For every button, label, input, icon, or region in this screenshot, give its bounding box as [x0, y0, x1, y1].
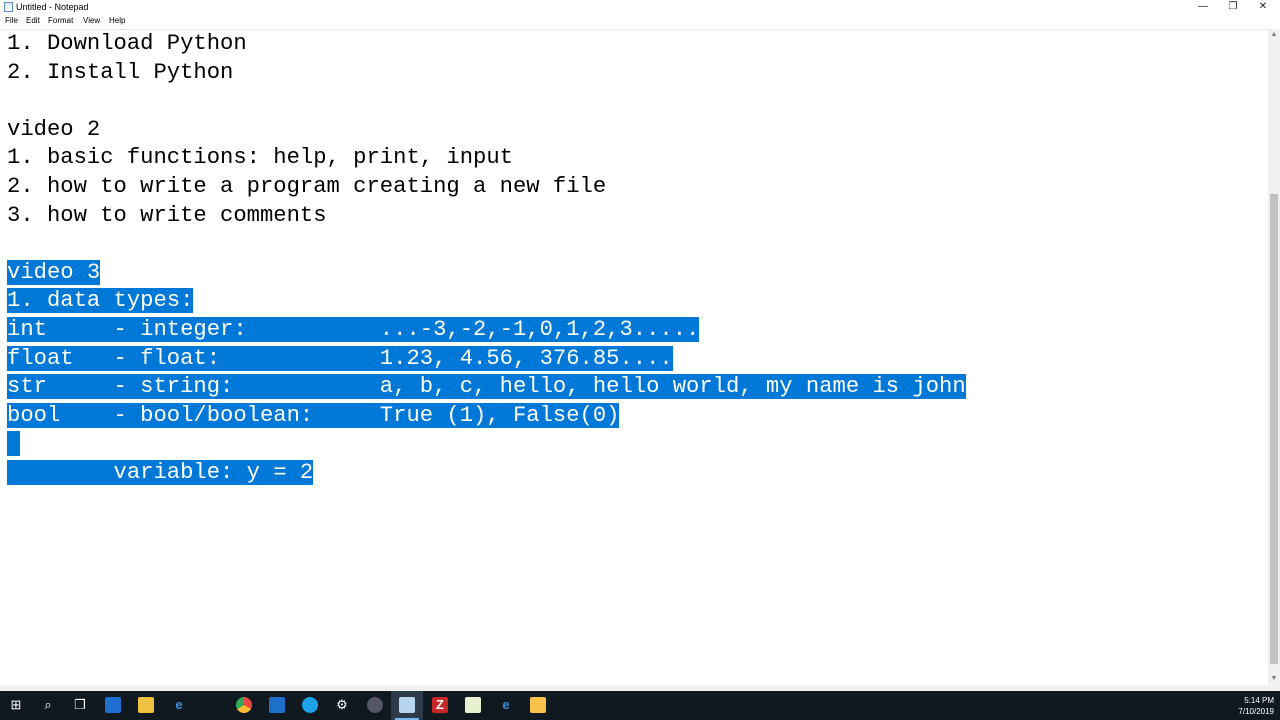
editor-line-text: 2. how to write a program creating a new… [7, 174, 607, 199]
editor-line[interactable]: 2. how to write a program creating a new… [7, 173, 606, 201]
search-icon[interactable]: ⌕ [40, 697, 56, 713]
title-bar: Untitled - Notepad — ❐ ✕ [0, 0, 1280, 14]
notepad-icon [4, 2, 13, 12]
editor-line[interactable]: video 3 [7, 259, 101, 287]
task-view-icon[interactable]: ❐ [72, 697, 88, 713]
clock-date: 7/10/2019 [1238, 707, 1274, 716]
editor-line[interactable]: 1. basic functions: help, print, input [7, 144, 513, 172]
settings-icon[interactable]: ⚙ [334, 697, 350, 713]
scrollbar-thumb[interactable] [1270, 194, 1278, 664]
close-button[interactable]: ✕ [1248, 0, 1278, 14]
editor-line[interactable]: float - float: 1.23, 4.56, 376.85.... [7, 345, 673, 373]
edge-icon[interactable]: e [171, 697, 187, 713]
editor-line[interactable] [7, 430, 20, 458]
file-explorer-icon[interactable] [138, 697, 154, 713]
editor-line[interactable]: 1. Download Python [7, 30, 247, 58]
scroll-up-arrow-icon[interactable]: ▲ [1268, 29, 1280, 41]
editor-line-text [7, 431, 20, 457]
editor-line[interactable]: str - string: a, b, c, hello, hello worl… [7, 373, 966, 401]
editor-line-text: video 2 [7, 116, 101, 142]
editor-line-text: int - integer: ...-3,-2,-1,0,1,2,3..... [7, 317, 700, 342]
editor-line[interactable]: bool - bool/boolean: True (1), False(0) [7, 402, 620, 430]
text-editor[interactable]: 1. Download Python 2. Install Python video… [0, 29, 1268, 686]
editor-line-text: variable: y = 2 [7, 460, 314, 485]
editor-line[interactable]: 3. how to write comments [7, 202, 327, 230]
editor-line-text: bool - bool/boolean: True (1), False(0) [7, 402, 620, 428]
windows-start-icon[interactable]: ⊞ [8, 697, 24, 713]
notepad-plus-icon[interactable] [465, 697, 481, 713]
window-title: Untitled - Notepad [16, 2, 89, 12]
menu-edit[interactable]: Edit [26, 15, 40, 27]
editor-line-text: 2. Install Python [7, 59, 234, 85]
davinci-resolve-icon[interactable] [367, 697, 383, 713]
editor-line-text: str - string: a, b, c, hello, hello worl… [7, 374, 966, 400]
menu-help[interactable]: Help [109, 15, 125, 27]
editor-line-text: video 3 [7, 259, 101, 285]
editor-line[interactable]: 2. Install Python [7, 59, 233, 87]
editor-line[interactable]: video 2 [7, 116, 100, 144]
taskbar: ⊞ ⌕ ❐ e ⚙ Z e 5:14 PM 7/10/2019 [0, 691, 1280, 720]
outlook-icon[interactable] [269, 697, 285, 713]
editor-line-text: 1. data types: [7, 288, 194, 314]
editor-line-text: 3. how to write comments [7, 202, 327, 228]
menu-format[interactable]: Format [48, 15, 73, 27]
clock-time: 5:14 PM [1244, 696, 1274, 705]
editor-line-text: 1. basic functions: help, print, input [7, 145, 513, 171]
minimize-button[interactable]: — [1188, 0, 1218, 14]
media-player-icon[interactable] [530, 697, 546, 713]
notepad-icon[interactable] [399, 697, 415, 713]
filezilla-icon[interactable]: Z [432, 697, 448, 713]
system-clock[interactable]: 5:14 PM 7/10/2019 [1224, 695, 1274, 717]
vertical-scrollbar[interactable]: ▲ ▼ [1268, 29, 1280, 685]
chrome-icon[interactable] [236, 697, 252, 713]
skype-icon[interactable] [302, 697, 318, 713]
store-icon[interactable] [105, 697, 121, 713]
editor-line[interactable]: 1. data types: [7, 287, 194, 315]
ie-icon[interactable]: e [498, 697, 514, 713]
restore-button[interactable]: ❐ [1218, 0, 1248, 14]
editor-line-text: 1. Download Python [7, 31, 247, 56]
menu-view[interactable]: View [83, 15, 100, 27]
menu-bar: File Edit Format View Help [0, 14, 1280, 28]
scroll-down-arrow-icon[interactable]: ▼ [1268, 673, 1280, 685]
editor-line[interactable]: int - integer: ...-3,-2,-1,0,1,2,3..... [7, 316, 700, 344]
editor-line[interactable]: variable: y = 2 [7, 459, 314, 487]
menu-file[interactable]: File [5, 15, 18, 27]
editor-line-text: float - float: 1.23, 4.56, 376.85.... [7, 345, 673, 371]
